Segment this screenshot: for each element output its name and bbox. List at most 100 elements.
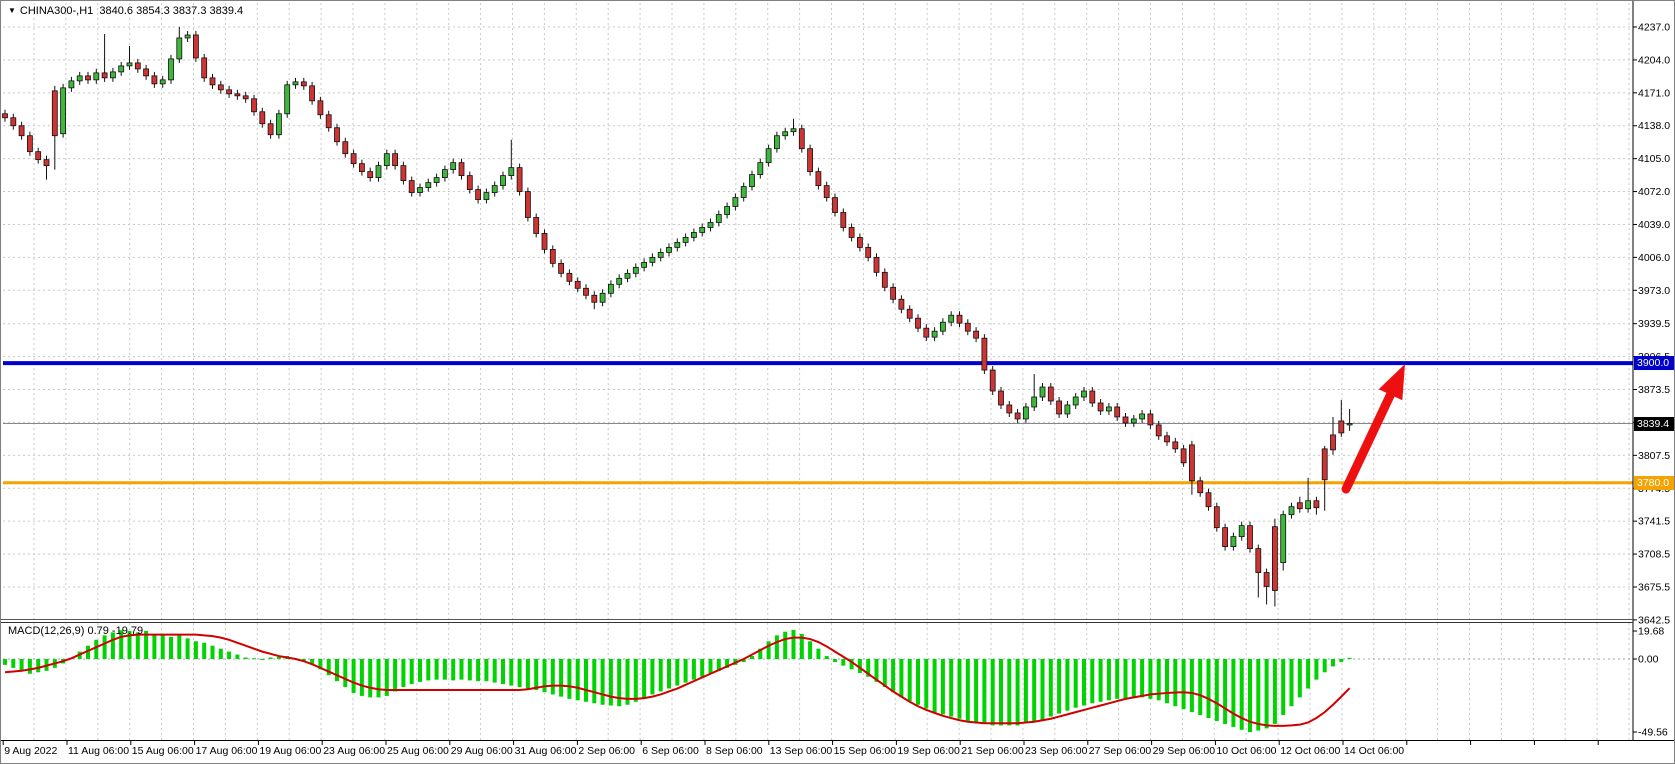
candle-body [1165,436,1170,442]
candle-body [1007,405,1012,413]
candle-body [799,129,804,149]
macd-histogram-bar [792,630,796,659]
macd-histogram-bar [435,659,439,680]
candle-body [1339,421,1344,433]
macd-histogram-bar [966,659,970,721]
candle-body [384,154,389,166]
macd-histogram-bar [584,659,588,702]
candle-body [301,82,306,86]
candle-body [252,99,257,112]
macd-histogram-bar [235,655,239,659]
time-axis-label: 13 Sep 06:00 [770,745,833,757]
candle-body [343,142,348,154]
candle-body [1322,449,1327,480]
candle-body [127,63,132,66]
macd-histogram-bar [684,659,688,683]
macd-histogram-bar [775,635,779,659]
candle-body [1289,507,1294,515]
candle-body [857,237,862,247]
macd-histogram-bar [1265,659,1269,728]
candle-body [310,86,315,101]
candle-body [1148,414,1153,425]
macd-histogram-bar [883,659,887,687]
macd-histogram-bar [451,659,455,680]
macd-histogram-bar [393,659,397,691]
price-axis-label: 3939.5 [1638,318,1670,330]
chart-canvas[interactable]: 4237.04204.04171.04138.04105.04072.04039… [1,1,1675,764]
candle-body [1248,526,1253,549]
price-axis-label: 4039.0 [1638,219,1670,231]
candle-body [1032,397,1037,407]
macd-histogram-bar [1099,659,1103,702]
candle-body [1306,501,1311,509]
candle-body [1140,414,1145,419]
time-axis-label: 11 Aug 06:00 [68,745,129,757]
macd-histogram-bar [692,659,696,680]
time-axis-label: 25 Aug 06:00 [387,745,449,757]
macd-histogram-bar [227,652,231,659]
candle-body [210,78,215,85]
macd-histogram-bar [484,659,488,681]
candle-body [36,152,41,160]
candle-body [1131,419,1136,423]
candle-body [517,168,522,192]
macd-histogram-bar [709,659,713,674]
candle-body [924,328,929,337]
candle-body [608,284,613,293]
candle-body [1231,537,1236,547]
macd-histogram-bar [352,659,356,693]
candle-body [69,81,74,88]
candle-body [144,69,149,76]
macd-histogram-bar [377,659,381,697]
candle-body [202,58,207,78]
candle-body [1040,387,1045,397]
chevron-down-icon[interactable]: ▼ [8,6,16,15]
candle-body [110,72,115,78]
candle-body [691,232,696,237]
macd-histogram-bar [252,658,256,659]
macd-histogram-bar [1182,659,1186,709]
candle-body [907,309,912,318]
candle-body [3,114,8,118]
macd-histogram-bar [634,659,638,702]
macd-histogram-bar [211,646,215,659]
candle-body [882,272,887,287]
macd-histogram-bar [1223,659,1227,724]
candle-body [1206,493,1211,507]
macd-histogram-bar [368,659,372,697]
macd-histogram-bar [601,659,605,705]
time-axis-label: 29 Sep 06:00 [1153,745,1216,757]
candle-body [335,128,340,142]
candle-body [642,262,647,267]
up-arrow-shaft[interactable] [1346,395,1391,489]
candle-body [1214,507,1219,528]
candle-body [1272,527,1277,591]
candle-body [534,217,539,233]
macd-histogram-bar [1198,659,1202,715]
macd-histogram-bar [825,656,829,659]
macd-histogram-bar [1124,659,1128,698]
candle-body [708,222,713,227]
macd-histogram-bar [202,643,206,659]
macd-histogram-bar [767,641,771,659]
macd-histogram-bar [1323,659,1327,672]
time-axis-label: 8 Sep 06:00 [706,745,763,757]
macd-histogram-bar [1165,659,1169,703]
macd-histogram-bar [1281,659,1285,715]
candle-body [160,80,165,84]
macd-histogram-bar [1090,659,1094,703]
up-arrow-head[interactable] [1379,364,1405,400]
time-axis-label: 17 Aug 06:00 [196,745,258,757]
price-axis-label: 4204.0 [1638,54,1670,66]
candle-body [393,154,398,166]
candle-body [766,149,771,163]
candle-body [326,115,331,128]
candle-body [949,315,954,322]
candle-body [700,227,705,232]
candle-body [501,176,506,186]
candle-body [1082,391,1087,397]
macd-histogram-bar [1082,659,1086,705]
candle-body [434,178,439,183]
candle-body [1331,435,1336,450]
candle-body [783,132,788,136]
